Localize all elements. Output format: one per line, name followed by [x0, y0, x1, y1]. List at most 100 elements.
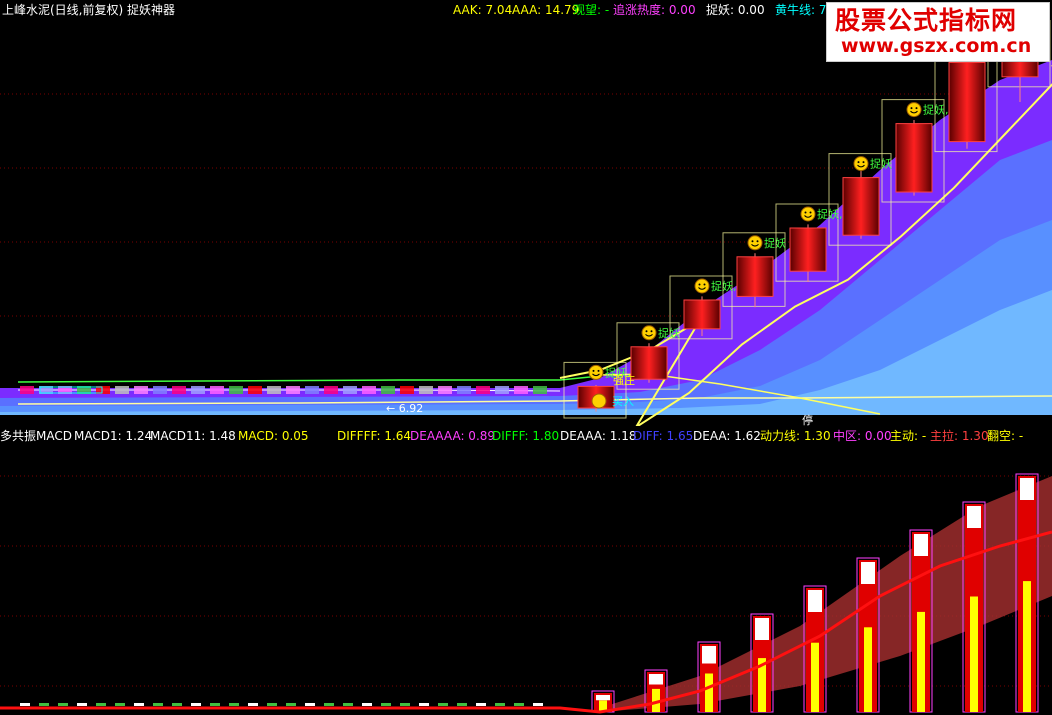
sub-macd-chart[interactable]	[0, 446, 1052, 715]
sub-flat-bar-20	[400, 703, 410, 706]
flat-bar-23	[457, 386, 471, 394]
flat-bar-25	[495, 386, 509, 394]
sub-indicator-4: DIFFFF: 1.64	[337, 429, 412, 443]
macd-cap-6	[914, 534, 928, 556]
candle-body-3	[736, 256, 774, 297]
sub-indicator-7: DEAAA: 1.18	[560, 429, 637, 443]
candle-body-2	[683, 299, 721, 330]
flat-bar-22	[438, 386, 452, 394]
sub-flat-bar-9	[191, 703, 201, 706]
main-indicator-1: AAA: 14.79	[512, 3, 580, 17]
smiley-eye-r-4	[809, 211, 812, 214]
smiley-icon-2	[694, 278, 710, 294]
smiley-icon-0	[588, 364, 604, 380]
buy-icon	[591, 393, 607, 409]
smiley-icon-1	[641, 325, 657, 341]
candle-body-1	[630, 346, 668, 380]
smiley-eye-r-2	[703, 283, 706, 286]
macd-core-7	[970, 596, 978, 712]
zhuoyao-label-2: 捉妖,	[711, 279, 737, 293]
smiley-eye-r-5	[862, 161, 865, 164]
zhuoyao-label-1: 捉妖	[658, 326, 680, 340]
sub-flat-bar-4	[96, 703, 106, 706]
main-price-chart[interactable]: 捉妖,捉妖捉妖,捉妖捉妖,捉妖捉妖,强庄买入← 6.92停	[0, 20, 1052, 426]
zhuoyao-label-5: 捉妖	[870, 157, 892, 171]
sub-indicator-3: MACD: 0.05	[238, 429, 309, 443]
sub-flat-bar-0	[20, 703, 30, 706]
flat-bar-13	[267, 386, 281, 394]
sub-flat-bar-7	[153, 703, 163, 706]
sub-flat-bar-13	[267, 703, 277, 706]
flat-bar-5	[115, 386, 129, 394]
macd-cap-8	[1020, 478, 1034, 500]
smiley-icon-3	[747, 235, 763, 251]
sub-indicator-6: DIFFF: 1.80	[492, 429, 560, 443]
sub-flat-bar-11	[229, 703, 239, 706]
mairu-label: 买入	[612, 395, 634, 408]
flat-bar-16	[324, 386, 338, 394]
sub-flat-bar-2	[58, 703, 68, 706]
sub-flat-bar-17	[343, 703, 353, 706]
watermark-url: www.gszx.com.cn	[841, 35, 1032, 57]
sub-indicator-8: DIFF: 1.65	[633, 429, 694, 443]
sub-flat-bar-8	[172, 703, 182, 706]
smiley-eye-r-3	[756, 240, 759, 243]
smiley-eye-l-1	[645, 330, 648, 333]
smiley-eye-l-2	[698, 283, 701, 286]
macd-cap-0	[596, 695, 610, 701]
sub-flat-bar-10	[210, 703, 220, 706]
candle-body-5	[842, 177, 880, 236]
smiley-icon-5	[853, 156, 869, 172]
green-line	[17, 375, 601, 383]
sub-flat-bar-27	[533, 703, 543, 706]
main-indicator-2: 观望: -	[573, 3, 610, 17]
sub-flat-bar-12	[248, 703, 258, 706]
watermark-banner: 股票公式指标网 www.gszx.com.cn	[826, 2, 1050, 62]
sub-indicator-1: MACD1: 1.24	[74, 429, 153, 443]
macd-cap-4	[808, 590, 822, 612]
macd-core-6	[917, 611, 925, 712]
smiley-eye-l-5	[857, 161, 860, 164]
flat-bar-18	[362, 386, 376, 394]
sub-indicator-5: DEAAAA: 0.89	[410, 429, 496, 443]
flat-bar-9	[191, 386, 205, 394]
sub-indicator-12: 主动: -	[890, 429, 927, 443]
flat-bar-27	[533, 386, 547, 394]
flat-bar-7	[153, 386, 167, 394]
sub-indicator-11: 中区: 0.00	[833, 429, 892, 443]
flat-bar-0	[20, 386, 34, 394]
candle-body-6	[895, 123, 933, 193]
main-chart-title: 上峰水泥(日线,前复权) 捉妖神器	[2, 3, 175, 17]
flat-bar-14	[286, 386, 300, 394]
sub-flat-bar-1	[39, 703, 49, 706]
sub-indicator-9: DEAA: 1.62	[693, 429, 761, 443]
sub-flat-bar-25	[495, 703, 505, 706]
smiley-icon-4	[800, 206, 816, 222]
flat-bar-19	[381, 386, 395, 394]
flat-bar-20	[400, 386, 414, 394]
flat-bar-17	[343, 386, 357, 394]
sub-indicator-14: 翻空: -	[987, 429, 1024, 443]
low-price-label: ← 6.92	[386, 402, 423, 415]
smiley-eye-r-1	[650, 330, 653, 333]
main-indicator-4: 捉妖: 0.00	[706, 3, 765, 17]
macd-cap-7	[967, 506, 981, 528]
macd-core-5	[864, 627, 872, 712]
sub-flat-bar-15	[305, 703, 315, 706]
sub-flat-bar-21	[419, 703, 429, 706]
sub-flat-bar-16	[324, 703, 334, 706]
qiangzhuang-label: 强庄	[613, 373, 635, 387]
sub-flat-bar-26	[514, 703, 524, 706]
sub-indicator-13: 主拉: 1.30	[930, 429, 989, 443]
sub-flat-bar-24	[476, 703, 486, 706]
zhuoyao-label-4: 捉妖,	[817, 207, 843, 221]
sub-indicator-0: 多共振MACD	[0, 429, 72, 443]
sub-flat-bar-5	[115, 703, 125, 706]
macd-cap-1	[649, 674, 663, 685]
sub-indicator-2: MACD11: 1.48	[150, 429, 236, 443]
flat-bar-24	[476, 386, 490, 394]
macd-cap-5	[861, 562, 875, 584]
sub-flat-bar-18	[362, 703, 372, 706]
macd-cap-2	[702, 646, 716, 664]
candle-body-4	[789, 227, 827, 272]
